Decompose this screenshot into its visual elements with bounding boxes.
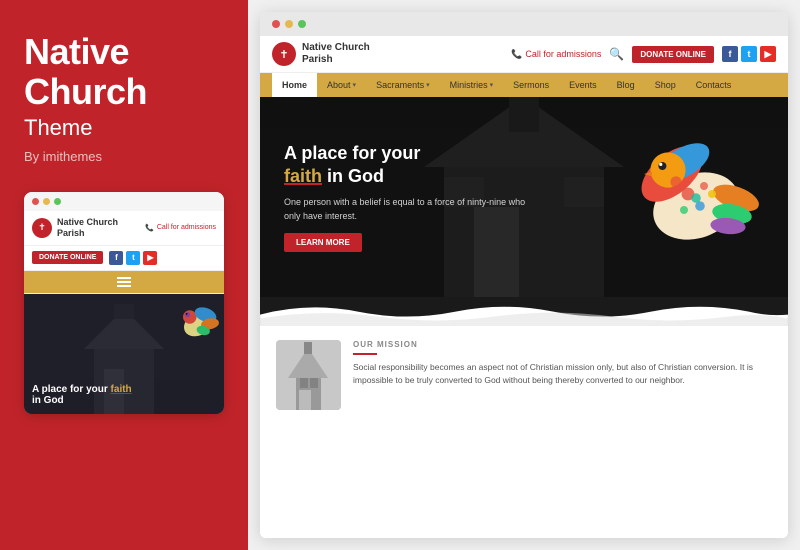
nav-item-shop[interactable]: Shop <box>645 73 686 97</box>
phone-icon: 📞 <box>511 49 522 60</box>
faith-word: faith <box>284 166 322 186</box>
theme-subtitle: Theme <box>24 115 224 141</box>
phone-icon: 📞 <box>145 224 154 232</box>
mobile-traffic-lights <box>24 192 224 211</box>
youtube-icon[interactable]: ▶ <box>760 46 776 62</box>
nav-item-sermons[interactable]: Sermons <box>503 73 559 97</box>
site-logo-text: Native Church Parish <box>302 42 370 66</box>
facebook-icon[interactable]: f <box>722 46 738 62</box>
mobile-hero-text: A place for your faith in God <box>32 384 132 406</box>
site-header-right: 📞 Call for admissions 🔍 DONATE ONLINE f … <box>511 46 776 63</box>
hero-content: A place for your faith in God One person… <box>260 142 550 253</box>
mobile-hamburger[interactable] <box>24 271 224 294</box>
mission-label: OUR MISSION <box>353 340 772 349</box>
site-logo-icon: ✝ <box>272 42 296 66</box>
mobile-youtube-icon[interactable]: ▶ <box>143 251 157 265</box>
mobile-facebook-icon[interactable]: f <box>109 251 123 265</box>
mission-content: OUR MISSION Social responsibility become… <box>353 340 772 524</box>
mission-church-image <box>276 340 341 410</box>
mobile-bird-icon <box>174 299 219 344</box>
traffic-dot-red <box>32 198 39 205</box>
mission-divider <box>353 353 377 355</box>
theme-by: By imithemes <box>24 149 224 164</box>
hero-title: A place for your faith in God <box>284 142 526 189</box>
nav-item-events[interactable]: Events <box>559 73 607 97</box>
mobile-twitter-icon[interactable]: t <box>126 251 140 265</box>
nav-item-contacts[interactable]: Contacts <box>686 73 742 97</box>
mobile-donate-button[interactable]: DONATE ONLINE <box>32 251 103 264</box>
mission-text: Social responsibility becomes an aspect … <box>353 361 772 387</box>
browser-window: ✝ Native Church Parish 📞 Call for admiss… <box>260 12 788 538</box>
mobile-preview: ✝ Native Church Parish 📞 Call for admiss… <box>24 192 224 414</box>
call-for-admissions[interactable]: 📞 Call for admissions <box>511 49 601 60</box>
wave-divider <box>260 297 788 326</box>
title-line1: Native <box>24 31 129 72</box>
nav-item-sacraments[interactable]: Sacraments ▾ <box>366 73 440 97</box>
nav-item-blog[interactable]: Blog <box>607 73 645 97</box>
hamburger-icon <box>117 277 131 287</box>
traffic-dot-yellow <box>43 198 50 205</box>
hero-section: A place for your faith in God One person… <box>260 97 788 297</box>
mobile-header: ✝ Native Church Parish 📞 Call for admiss… <box>24 211 224 246</box>
mobile-donate-row: DONATE ONLINE f t ▶ <box>24 246 224 271</box>
mobile-logo: ✝ Native Church Parish <box>32 217 118 239</box>
site-header: ✝ Native Church Parish 📞 Call for admiss… <box>260 36 788 73</box>
social-icons: f t ▶ <box>722 46 776 62</box>
browser-titlebar <box>260 12 788 36</box>
mobile-phone: 📞 Call for admissions <box>145 224 216 232</box>
twitter-icon[interactable]: t <box>741 46 757 62</box>
mission-section: OUR MISSION Social responsibility become… <box>260 326 788 538</box>
left-panel: Native Church Theme By imithemes ✝ Nativ… <box>0 0 248 550</box>
browser-dot-red <box>272 20 280 28</box>
browser-dot-yellow <box>285 20 293 28</box>
mobile-social-icons: f t ▶ <box>109 251 157 265</box>
nav-item-home[interactable]: Home <box>272 73 317 97</box>
learn-more-button[interactable]: LEARN MORE <box>284 233 362 252</box>
hero-bird-decoration <box>608 102 768 262</box>
traffic-dot-green <box>54 198 61 205</box>
site-nav: Home About ▾ Sacraments ▾ Ministries ▾ S… <box>260 73 788 97</box>
mobile-logo-text: Native Church Parish <box>57 217 118 239</box>
right-panel: ✝ Native Church Parish 📞 Call for admiss… <box>248 0 800 550</box>
hero-subtitle: One person with a belief is equal to a f… <box>284 196 526 223</box>
theme-title: Native Church Theme By imithemes <box>24 32 224 164</box>
title-line2: Church <box>24 71 147 112</box>
nav-item-ministries[interactable]: Ministries ▾ <box>440 73 504 97</box>
donate-button[interactable]: DONATE ONLINE <box>632 46 714 63</box>
mobile-hero: A place for your faith in God <box>24 294 224 414</box>
browser-dot-green <box>298 20 306 28</box>
nav-item-about[interactable]: About ▾ <box>317 73 366 97</box>
search-icon[interactable]: 🔍 <box>609 47 624 61</box>
site-logo: ✝ Native Church Parish <box>272 42 370 66</box>
mission-image <box>276 340 341 410</box>
mobile-logo-icon: ✝ <box>32 218 52 238</box>
